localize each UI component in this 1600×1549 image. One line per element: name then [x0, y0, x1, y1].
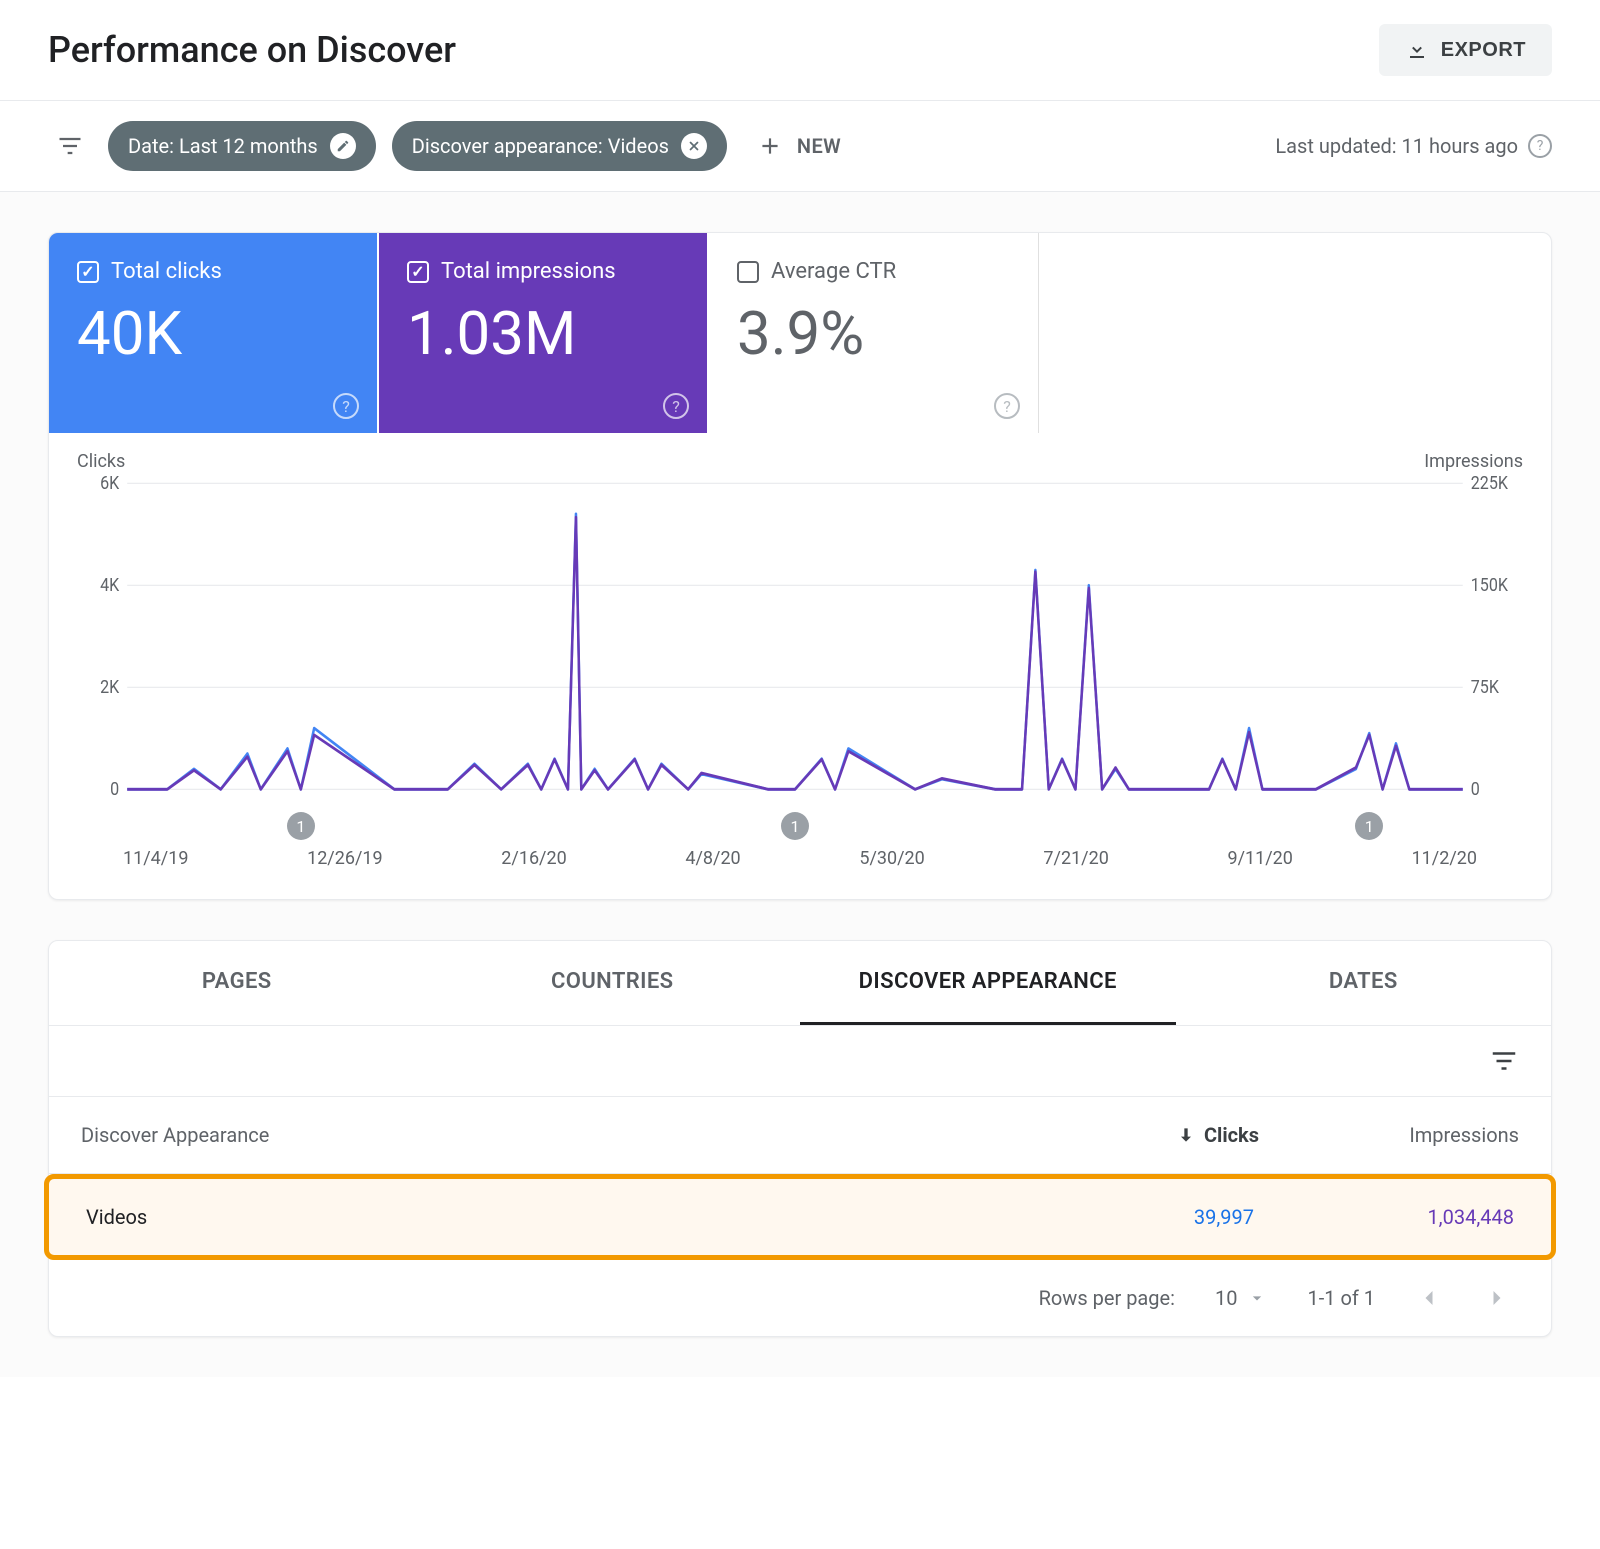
table-header-row: Discover Appearance Clicks Impressions [49, 1097, 1551, 1174]
page-title: Performance on Discover [48, 29, 456, 71]
svg-text:225K: 225K [1471, 473, 1508, 494]
help-icon[interactable]: ? [994, 393, 1020, 419]
svg-text:150K: 150K [1471, 575, 1508, 596]
help-icon[interactable]: ? [663, 393, 689, 419]
chart-card: Total clicks 40K ? Total impressions 1.0… [48, 232, 1552, 900]
rows-per-page-label: Rows per page: [1039, 1286, 1175, 1310]
svg-text:0: 0 [110, 779, 119, 800]
cell-name: Videos [86, 1205, 1014, 1229]
table-filter-icon[interactable] [1489, 1046, 1519, 1076]
filter-chip-date[interactable]: Date: Last 12 months [108, 121, 376, 171]
plus-icon [757, 133, 783, 159]
last-updated-text: Last updated: 11 hours ago [1275, 134, 1518, 158]
x-tick: 9/11/20 [1227, 848, 1292, 869]
metric-ctr-label: Average CTR [771, 259, 896, 284]
dropdown-icon [1247, 1288, 1267, 1308]
x-tick: 4/8/20 [685, 848, 740, 869]
rows-per-page-select[interactable]: 10 [1215, 1286, 1267, 1310]
metric-ctr-value: 3.9% [737, 298, 1010, 369]
date-marker-badge[interactable]: 1 [1355, 812, 1383, 840]
x-tick: 5/30/20 [859, 848, 924, 869]
dimension-tabs: PAGES COUNTRIES DISCOVER APPEARANCE DATE… [49, 941, 1551, 1026]
tab-pages[interactable]: PAGES [49, 941, 425, 1025]
checkbox-clicks[interactable] [77, 261, 99, 283]
cell-impressions: 1,034,448 [1254, 1205, 1514, 1229]
metric-impr-label: Total impressions [441, 259, 616, 284]
close-icon[interactable] [681, 133, 707, 159]
tab-countries[interactable]: COUNTRIES [425, 941, 801, 1025]
x-tick: 11/4/19 [123, 848, 188, 869]
metric-average-ctr[interactable]: Average CTR 3.9% ? [709, 233, 1039, 433]
pager-next-icon[interactable] [1483, 1284, 1511, 1312]
help-icon[interactable]: ? [1528, 134, 1552, 158]
left-axis-label: Clicks [77, 451, 125, 472]
filter-bar: Date: Last 12 months Discover appearance… [0, 101, 1600, 192]
chip-date-label: Date: Last 12 months [128, 134, 318, 158]
metric-clicks-label: Total clicks [111, 259, 222, 284]
highlighted-row: Videos 39,997 1,034,448 [44, 1174, 1556, 1260]
filter-chip-appearance[interactable]: Discover appearance: Videos [392, 121, 727, 171]
new-filter-label: NEW [797, 134, 841, 158]
last-updated: Last updated: 11 hours ago ? [1275, 134, 1552, 158]
svg-text:75K: 75K [1471, 677, 1499, 698]
checkbox-impressions[interactable] [407, 261, 429, 283]
metric-total-impressions[interactable]: Total impressions 1.03M ? [379, 233, 709, 433]
export-label: EXPORT [1441, 39, 1526, 62]
add-filter-button[interactable]: NEW [743, 123, 855, 169]
header-impressions[interactable]: Impressions [1259, 1123, 1519, 1147]
help-icon[interactable]: ? [333, 393, 359, 419]
table-pager: Rows per page: 10 1-1 of 1 [49, 1260, 1551, 1336]
edit-icon[interactable] [330, 133, 356, 159]
checkbox-ctr[interactable] [737, 261, 759, 283]
header-clicks[interactable]: Clicks [1019, 1123, 1259, 1147]
chip-appearance-label: Discover appearance: Videos [412, 134, 669, 158]
metric-total-clicks[interactable]: Total clicks 40K ? [49, 233, 379, 433]
header-appearance[interactable]: Discover Appearance [81, 1123, 1019, 1147]
date-markers: 1 1 1 [77, 812, 1523, 842]
sort-desc-icon [1176, 1125, 1196, 1145]
x-tick: 7/21/20 [1043, 848, 1108, 869]
page-header: Performance on Discover EXPORT [0, 0, 1600, 101]
date-marker-badge[interactable]: 1 [287, 812, 315, 840]
x-tick: 2/16/20 [501, 848, 566, 869]
chart-area: Clicks Impressions 6K 225K 4K 150K 2K 75K 0 0 1… [49, 433, 1551, 899]
filter-icon[interactable] [48, 124, 92, 168]
date-marker-badge[interactable]: 1 [781, 812, 809, 840]
svg-text:0: 0 [1471, 779, 1480, 800]
table-row[interactable]: Videos 39,997 1,034,448 [54, 1179, 1546, 1255]
svg-text:4K: 4K [100, 575, 119, 596]
metric-clicks-value: 40K [77, 298, 349, 369]
export-button[interactable]: EXPORT [1379, 24, 1552, 76]
pager-prev-icon[interactable] [1415, 1284, 1443, 1312]
table-card: PAGES COUNTRIES DISCOVER APPEARANCE DATE… [48, 940, 1552, 1337]
pager-range: 1-1 of 1 [1307, 1286, 1375, 1310]
tab-discover-appearance[interactable]: DISCOVER APPEARANCE [800, 941, 1176, 1025]
svg-text:6K: 6K [100, 473, 119, 494]
header-clicks-text: Clicks [1204, 1123, 1259, 1147]
rows-per-page-value: 10 [1215, 1286, 1237, 1310]
x-axis-ticks: 11/4/19 12/26/19 2/16/20 4/8/20 5/30/20 7/21/… [77, 848, 1523, 869]
tab-dates[interactable]: DATES [1176, 941, 1552, 1025]
right-axis-label: Impressions [1424, 451, 1523, 472]
metric-impr-value: 1.03M [407, 298, 679, 369]
performance-chart: 6K 225K 4K 150K 2K 75K 0 0 [77, 472, 1523, 812]
x-tick: 12/26/19 [307, 848, 383, 869]
download-icon [1405, 38, 1429, 62]
cell-clicks: 39,997 [1014, 1205, 1254, 1229]
x-tick: 11/2/20 [1412, 848, 1477, 869]
metrics-row: Total clicks 40K ? Total impressions 1.0… [49, 233, 1551, 433]
svg-text:2K: 2K [100, 677, 119, 698]
